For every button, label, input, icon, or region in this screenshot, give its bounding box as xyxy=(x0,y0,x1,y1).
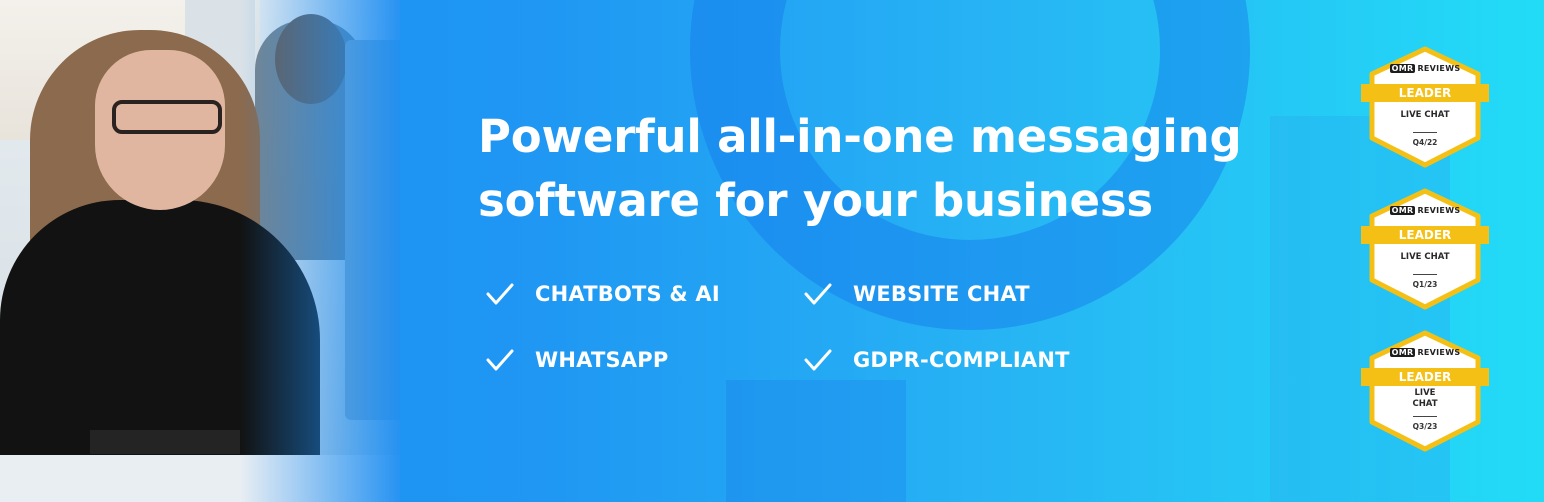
check-icon xyxy=(486,283,514,305)
feature-list: CHATBOTS & AI WEBSITE CHAT WHATSAPP GDPR… xyxy=(486,282,1126,372)
badge-category: LIVE CHAT xyxy=(1412,388,1438,409)
headline-line-2: software for your business xyxy=(478,174,1153,227)
omr-leader-badge: OMR REVIEWS LEADER LIVE CHAT Q4/22 xyxy=(1361,46,1489,168)
omr-leader-badge: OMR REVIEWS LEADER LIVE CHAT Q1/23 xyxy=(1361,188,1489,310)
headline-line-1: Powerful all-in-one messaging xyxy=(478,110,1242,163)
feature-item: WEBSITE CHAT xyxy=(804,282,1122,306)
feature-label: WEBSITE CHAT xyxy=(853,282,1030,306)
check-icon xyxy=(804,349,832,371)
badge-category: LIVE CHAT xyxy=(1400,110,1450,120)
badge-period: Q1/23 xyxy=(1412,280,1438,289)
badge-ribbon: LEADER xyxy=(1361,84,1489,102)
badge-brand: OMR REVIEWS xyxy=(1389,206,1461,215)
feature-item: CHATBOTS & AI xyxy=(486,282,804,306)
badge-period: Q3/23 xyxy=(1412,422,1438,431)
decorative-shape xyxy=(726,380,906,502)
badge-category: LIVE CHAT xyxy=(1400,252,1450,262)
badge-divider xyxy=(1413,274,1437,275)
feature-item: GDPR-COMPLIANT xyxy=(804,348,1122,372)
badge-brand: OMR REVIEWS xyxy=(1389,348,1461,357)
badge-ribbon: LEADER xyxy=(1361,226,1489,244)
headline: Powerful all-in-one messaging software f… xyxy=(478,105,1278,233)
badge-brand: OMR REVIEWS xyxy=(1389,64,1461,73)
badge-ribbon: LEADER xyxy=(1361,368,1489,386)
feature-label: GDPR-COMPLIANT xyxy=(853,348,1070,372)
support-agent-photo xyxy=(0,0,400,502)
badge-period: Q4/22 xyxy=(1412,138,1438,147)
badge-divider xyxy=(1413,416,1437,417)
check-icon xyxy=(486,349,514,371)
omr-leader-badge: OMR REVIEWS LEADER LIVE CHAT Q3/23 xyxy=(1361,330,1489,452)
feature-item: WHATSAPP xyxy=(486,348,804,372)
feature-label: CHATBOTS & AI xyxy=(535,282,720,306)
award-badges: OMR REVIEWS LEADER LIVE CHAT Q4/22 OMR REV… xyxy=(1361,46,1489,472)
badge-divider xyxy=(1413,132,1437,133)
check-icon xyxy=(804,283,832,305)
hero-banner: Powerful all-in-one messaging software f… xyxy=(0,0,1544,502)
hero-content: Powerful all-in-one messaging software f… xyxy=(478,105,1278,233)
feature-label: WHATSAPP xyxy=(535,348,669,372)
